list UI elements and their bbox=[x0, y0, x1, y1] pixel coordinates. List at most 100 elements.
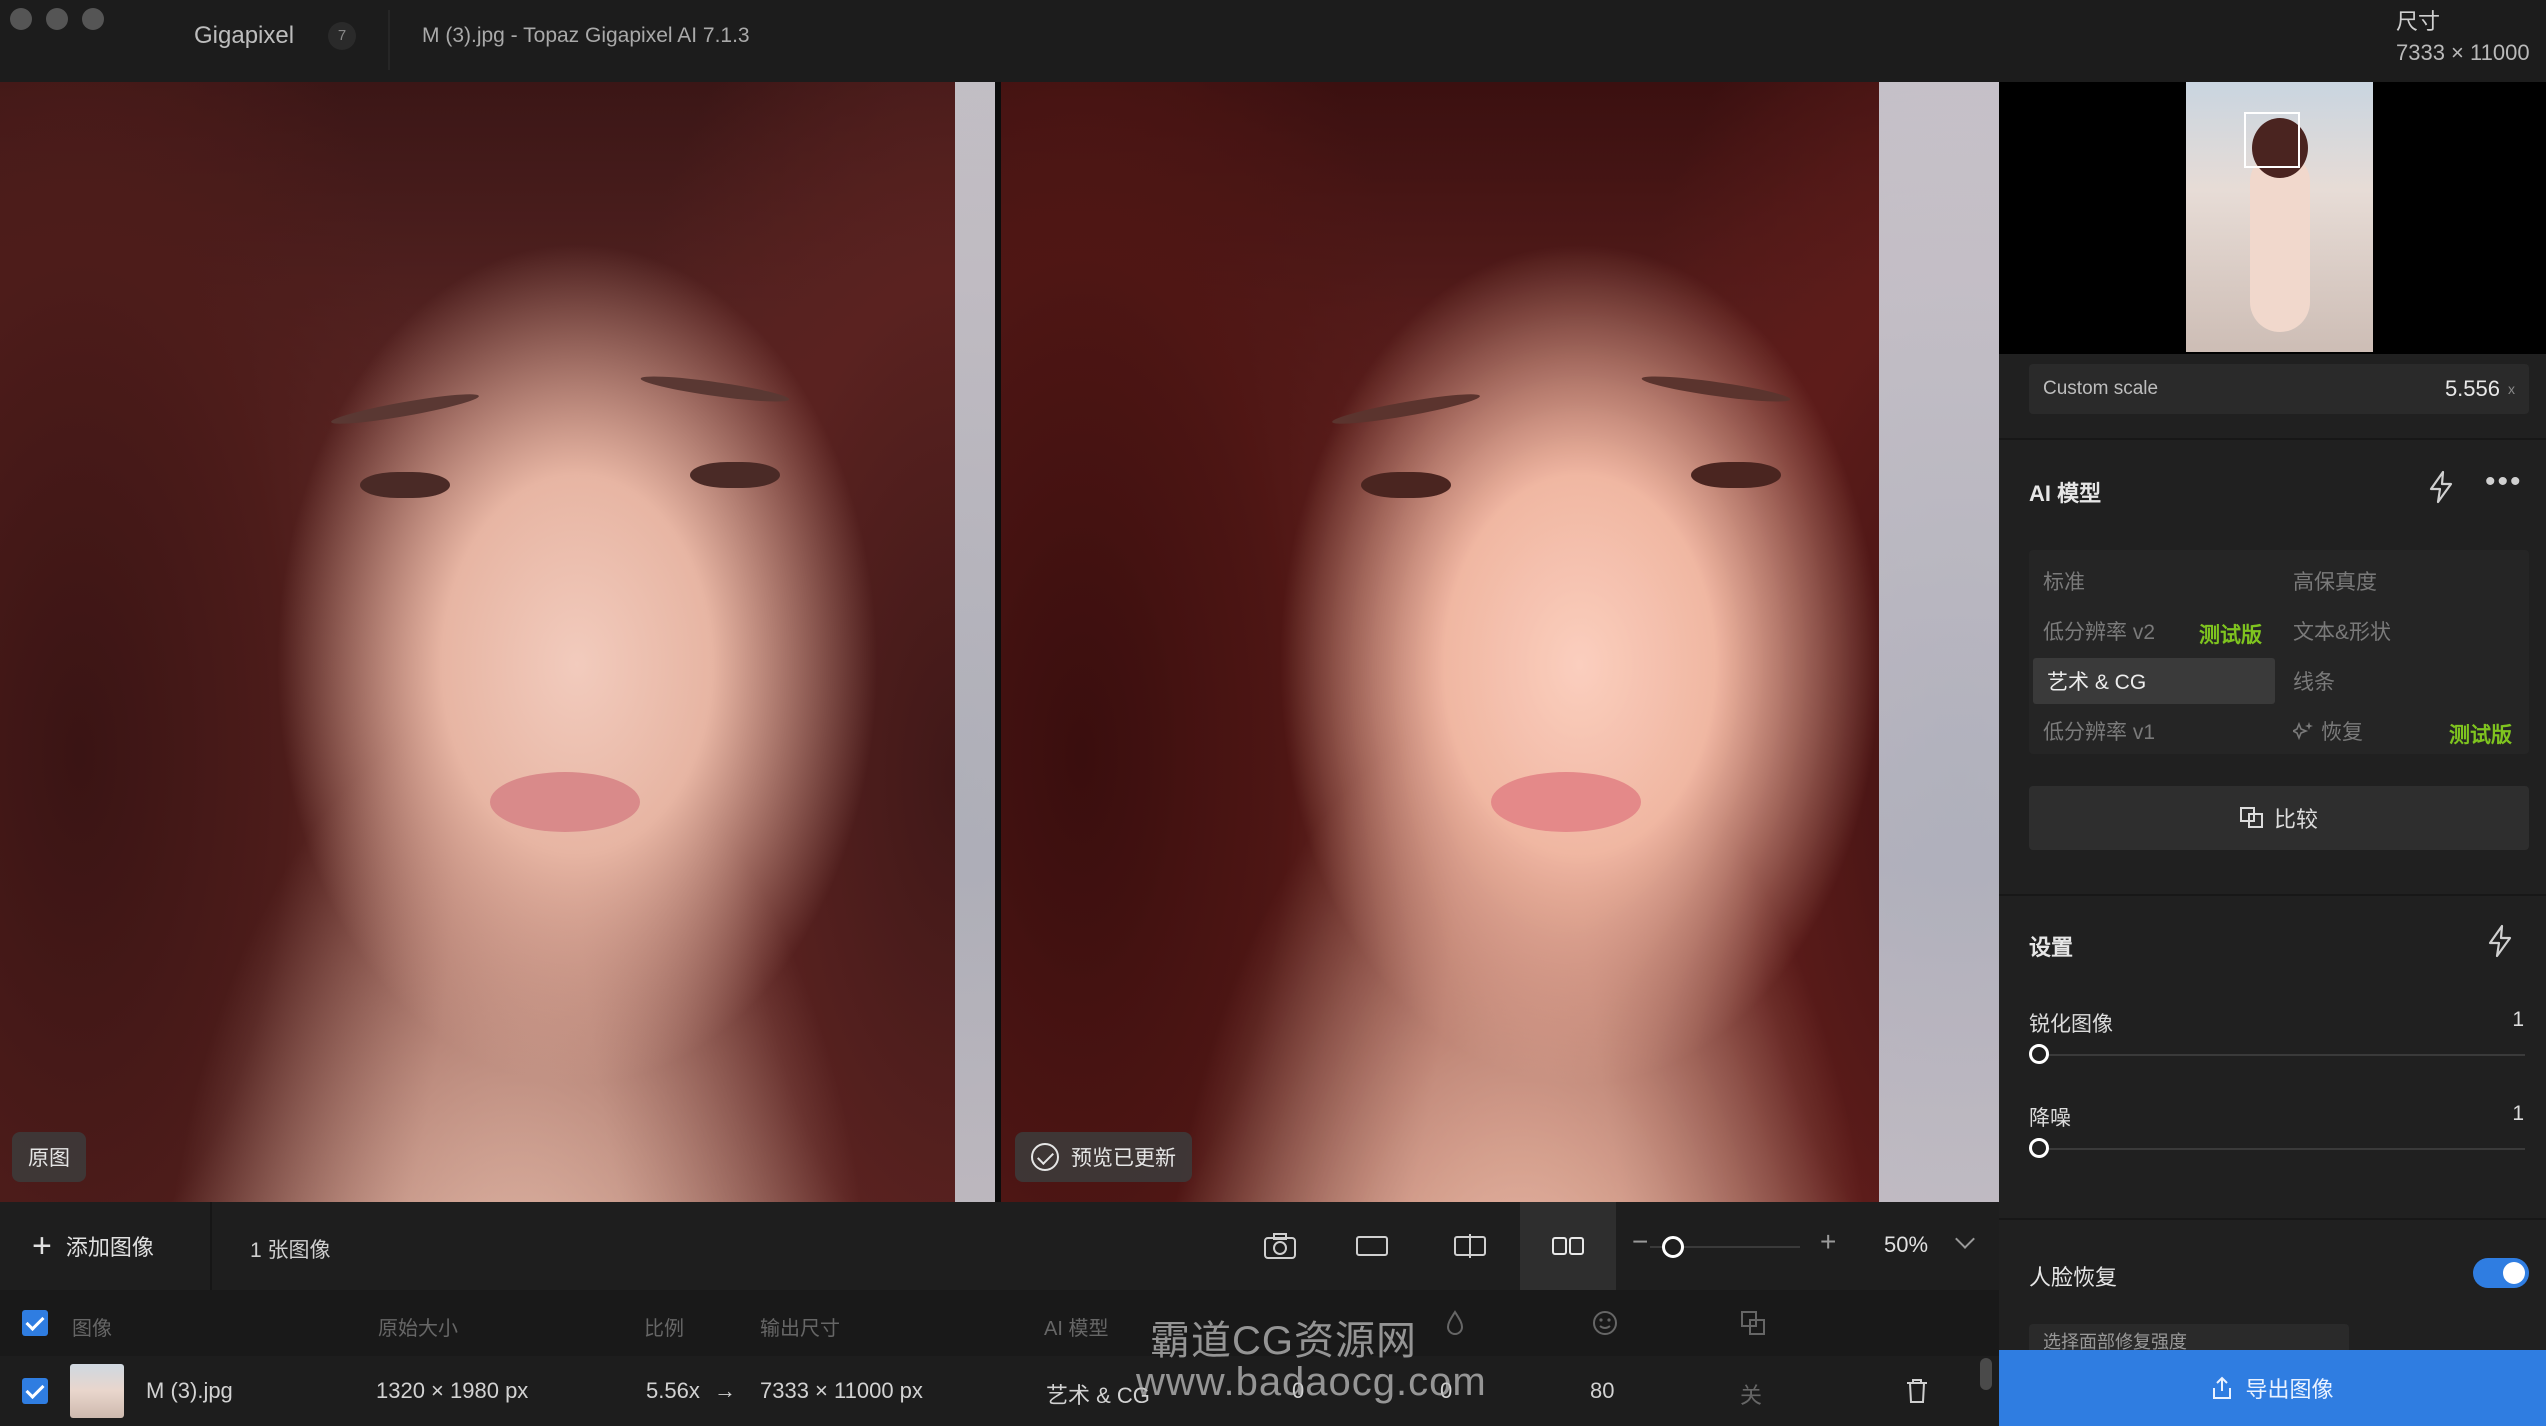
export-button[interactable]: 导出图像 bbox=[1999, 1350, 2546, 1426]
split-view-icon bbox=[1454, 1234, 1486, 1258]
navigator-viewport-rect[interactable] bbox=[2244, 112, 2300, 168]
lips bbox=[1491, 772, 1641, 832]
model-low-res-v1[interactable]: 低分辨率 v1 bbox=[2029, 708, 2277, 754]
model-restore[interactable]: 恢复 bbox=[2279, 708, 2429, 754]
check-circle-icon bbox=[1031, 1143, 1059, 1171]
camera-icon bbox=[1264, 1233, 1296, 1259]
preview-updated-label: 预览已更新 bbox=[1071, 1147, 1176, 1170]
image-count: 1 张图像 bbox=[250, 1239, 331, 1262]
model-text-shape[interactable]: 文本&形状 bbox=[2279, 608, 2527, 654]
row-original-size: 1320 × 1980 px bbox=[376, 1378, 529, 1403]
right-brow bbox=[1640, 371, 1792, 407]
original-label-chip: 原图 bbox=[12, 1132, 86, 1182]
face-restore-label: 人脸恢复 bbox=[2029, 1265, 2118, 1290]
row-ai-model: 艺术 & CG bbox=[1046, 1383, 1150, 1408]
right-eye bbox=[1691, 462, 1781, 488]
zoom-slider-knob[interactable] bbox=[1662, 1236, 1684, 1258]
table-scrollbar[interactable] bbox=[1980, 1358, 1992, 1390]
model-art-cg[interactable]: 艺术 & CG bbox=[2033, 658, 2275, 704]
zoom-in-button[interactable]: + bbox=[1820, 1226, 1836, 1258]
watermark-title: 霸道CG资源网 bbox=[1150, 1319, 1417, 1363]
section-divider bbox=[1999, 894, 2546, 896]
trash-icon[interactable] bbox=[1902, 1376, 1932, 1406]
model-high-fidelity[interactable]: 高保真度 bbox=[2279, 558, 2527, 604]
original-label: 原图 bbox=[28, 1147, 70, 1170]
row-output-size: 7333 × 11000 px bbox=[760, 1378, 923, 1403]
header-image[interactable]: 图像 bbox=[72, 1312, 112, 1341]
zoom-out-button[interactable]: − bbox=[1632, 1226, 1648, 1258]
window-close-button[interactable] bbox=[10, 8, 32, 30]
face-column-icon bbox=[1593, 1311, 1617, 1335]
table-header: 图像 原始大小 比例 输出尺寸 AI 模型 bbox=[0, 1290, 1999, 1356]
processed-photo bbox=[1001, 82, 1999, 1202]
bolt-icon[interactable] bbox=[2426, 470, 2456, 504]
zoom-value[interactable]: 50% bbox=[1884, 1232, 1928, 1258]
select-all-checkbox[interactable] bbox=[22, 1310, 48, 1336]
left-brow bbox=[329, 389, 481, 429]
sharpen-slider-track[interactable] bbox=[2033, 1054, 2525, 1056]
denoise-value: 1 bbox=[2512, 1102, 2524, 1125]
side-by-side-view-button[interactable] bbox=[1520, 1202, 1616, 1290]
lips bbox=[490, 772, 640, 832]
sharpen-slider-knob[interactable] bbox=[2029, 1044, 2049, 1064]
sharpen-label: 锐化图像 bbox=[2029, 1013, 2113, 1036]
row-checkbox[interactable] bbox=[22, 1378, 48, 1404]
model-lines[interactable]: 线条 bbox=[2279, 658, 2527, 704]
header-scale[interactable]: 比例 bbox=[644, 1312, 684, 1341]
header-output-size[interactable]: 输出尺寸 bbox=[760, 1312, 840, 1341]
color-column-icon bbox=[1741, 1311, 1765, 1335]
row-color: 关 bbox=[1740, 1383, 1763, 1408]
left-brow bbox=[1330, 389, 1482, 429]
custom-scale-field[interactable]: Custom scale 5.556 x bbox=[2029, 364, 2529, 414]
section-divider bbox=[1999, 1218, 2546, 1220]
sharpen-column-icon bbox=[1446, 1310, 1464, 1335]
compare-icon bbox=[2239, 807, 2263, 828]
face-restore-toggle[interactable] bbox=[2473, 1258, 2529, 1288]
model-low-res-v2[interactable]: 低分辨率 v2 bbox=[2029, 608, 2179, 654]
ai-model-grid: 标准 高保真度 低分辨率 v2 测试版 文本&形状 艺术 & CG 线条 低分辨… bbox=[2029, 550, 2529, 754]
custom-scale-value[interactable]: 5.556 bbox=[2445, 376, 2500, 402]
settings-title: 设置 bbox=[2029, 935, 2074, 960]
restore-sparkle-icon bbox=[2293, 721, 2313, 741]
single-view-button[interactable] bbox=[1346, 1222, 1398, 1270]
output-size-value: 7333 × 11000 bbox=[2396, 40, 2530, 65]
ai-model-title: AI 模型 bbox=[2029, 481, 2102, 506]
window-zoom-button[interactable] bbox=[82, 8, 104, 30]
compare-label: 比较 bbox=[2273, 807, 2318, 832]
row-scale: 5.56x bbox=[646, 1378, 700, 1403]
original-preview-pane[interactable]: 原图 bbox=[0, 82, 995, 1202]
header-original-size[interactable]: 原始大小 bbox=[378, 1312, 458, 1341]
denoise-slider-track[interactable] bbox=[2033, 1148, 2525, 1150]
denoise-slider-knob[interactable] bbox=[2029, 1138, 2049, 1158]
thumbnail-figure bbox=[2250, 152, 2310, 332]
snapshot-button[interactable] bbox=[1254, 1222, 1306, 1270]
model-standard[interactable]: 标准 bbox=[2029, 558, 2277, 604]
export-label: 导出图像 bbox=[2245, 1377, 2334, 1402]
add-image-button[interactable]: + 添加图像 bbox=[32, 1229, 154, 1263]
processed-preview-pane[interactable]: 预览已更新 bbox=[1001, 82, 1999, 1202]
navigator[interactable] bbox=[1999, 82, 2546, 354]
background-sky bbox=[1879, 82, 1999, 1202]
image-table: 图像 原始大小 比例 输出尺寸 AI 模型 M (3).jpg 1320 × 1… bbox=[0, 1290, 1999, 1426]
row-filename: M (3).jpg bbox=[146, 1378, 233, 1403]
chevron-down-icon[interactable] bbox=[1955, 1229, 1975, 1249]
window-minimize-button[interactable] bbox=[46, 8, 68, 30]
output-size-label: 尺寸 bbox=[2396, 9, 2441, 34]
sharpen-value: 1 bbox=[2512, 1008, 2524, 1031]
compare-button[interactable]: 比较 bbox=[2029, 786, 2529, 850]
more-options-icon[interactable]: ••• bbox=[2485, 467, 2523, 497]
beta-badge: 测试版 bbox=[2199, 624, 2262, 647]
left-eye bbox=[360, 472, 450, 498]
header-ai-model[interactable]: AI 模型 bbox=[1044, 1312, 1108, 1341]
split-view-button[interactable] bbox=[1444, 1222, 1496, 1270]
toolbar-separator bbox=[210, 1202, 212, 1290]
bottom-toolbar: + 添加图像 1 张图像 − + 50% bbox=[0, 1202, 1999, 1290]
right-sidebar: Custom scale 5.556 x AI 模型 ••• 标准 高保真度 低… bbox=[1999, 82, 2546, 1426]
denoise-label: 降噪 bbox=[2029, 1107, 2071, 1130]
left-eye bbox=[1361, 472, 1451, 498]
right-brow bbox=[639, 371, 791, 407]
row-face: 80 bbox=[1590, 1378, 1615, 1403]
table-row[interactable]: M (3).jpg 1320 × 1980 px 5.56x → 7333 × … bbox=[0, 1356, 1999, 1426]
bolt-icon[interactable] bbox=[2485, 924, 2515, 958]
section-divider bbox=[1999, 438, 2546, 440]
